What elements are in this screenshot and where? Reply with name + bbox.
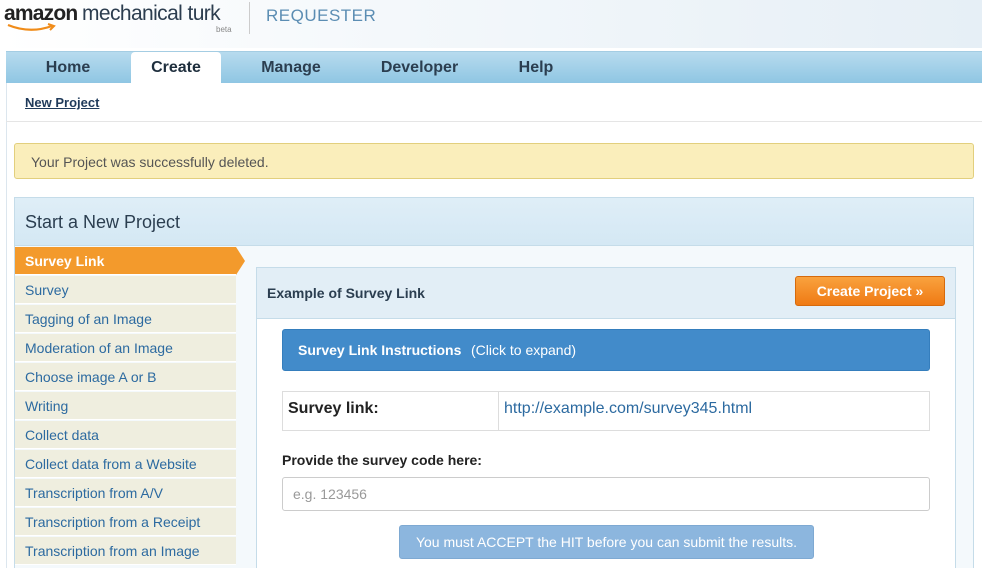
sidebar-item-collect-data[interactable]: Collect data [15, 421, 236, 449]
tab-create[interactable]: Create [131, 52, 221, 84]
survey-link-table: Survey link: http://example.com/survey34… [282, 391, 930, 431]
logo-product-text: mechanical turk [82, 2, 221, 25]
instructions-toggle[interactable]: Survey Link Instructions (Click to expan… [282, 329, 930, 371]
success-alert: Your Project was successfully deleted. [14, 143, 974, 179]
sidebar-item-writing[interactable]: Writing [15, 392, 236, 420]
sidebar-item-transcription-image[interactable]: Transcription from an Image [15, 537, 236, 565]
tab-manage[interactable]: Manage [241, 52, 341, 84]
breadcrumb-divider [6, 121, 982, 122]
tab-developer[interactable]: Developer [361, 52, 478, 84]
panel-header: Start a New Project [15, 198, 973, 246]
example-header: Example of Survey Link Create Project » [257, 268, 955, 319]
page-left-border [6, 83, 7, 568]
create-project-button[interactable]: Create Project » [795, 276, 945, 306]
sidebar-item-tagging-image[interactable]: Tagging of an Image [15, 305, 236, 333]
accept-hit-notice: You must ACCEPT the HIT before you can s… [399, 525, 814, 559]
breadcrumb-new-project[interactable]: New Project [25, 95, 99, 110]
survey-code-label: Provide the survey code here: [282, 452, 482, 468]
sidebar-item-transcription-av[interactable]: Transcription from A/V [15, 479, 236, 507]
active-arrow-icon [236, 247, 245, 275]
sidebar-item-collect-website[interactable]: Collect data from a Website [15, 450, 236, 478]
example-title: Example of Survey Link [267, 285, 425, 301]
survey-code-input[interactable] [282, 477, 930, 511]
new-project-panel: Start a New Project Survey Link Survey T… [14, 197, 974, 568]
sidebar-item-survey-link[interactable]: Survey Link [15, 247, 245, 275]
alert-message: Your Project was successfully deleted. [31, 154, 269, 170]
survey-link-label: Survey link: [288, 400, 379, 417]
amazon-smile-icon [7, 23, 56, 31]
survey-link-url[interactable]: http://example.com/survey345.html [504, 400, 752, 418]
example-preview: Example of Survey Link Create Project » … [256, 267, 956, 568]
panel-title: Start a New Project [25, 212, 181, 232]
main-nav: Home Create Manage Developer Help [6, 51, 982, 84]
instructions-title: Survey Link Instructions [298, 342, 462, 358]
header-divider [249, 2, 250, 34]
tab-home[interactable]: Home [26, 52, 110, 84]
beta-badge: beta [216, 25, 232, 34]
sidebar-item-survey[interactable]: Survey [15, 276, 236, 304]
page-header: amazon mechanical turk beta REQUESTER [0, 0, 982, 48]
sidebar-item-choose-image[interactable]: Choose image A or B [15, 363, 236, 391]
sidebar-item-transcription-receipt[interactable]: Transcription from a Receipt [15, 508, 236, 536]
requester-label: REQUESTER [266, 6, 377, 25]
instructions-hint: (Click to expand) [471, 342, 577, 358]
tab-help[interactable]: Help [496, 52, 576, 84]
sidebar-item-moderation-image[interactable]: Moderation of an Image [15, 334, 236, 362]
sidebar-item-label: Survey Link [25, 253, 105, 269]
table-cell-divider [498, 392, 499, 430]
